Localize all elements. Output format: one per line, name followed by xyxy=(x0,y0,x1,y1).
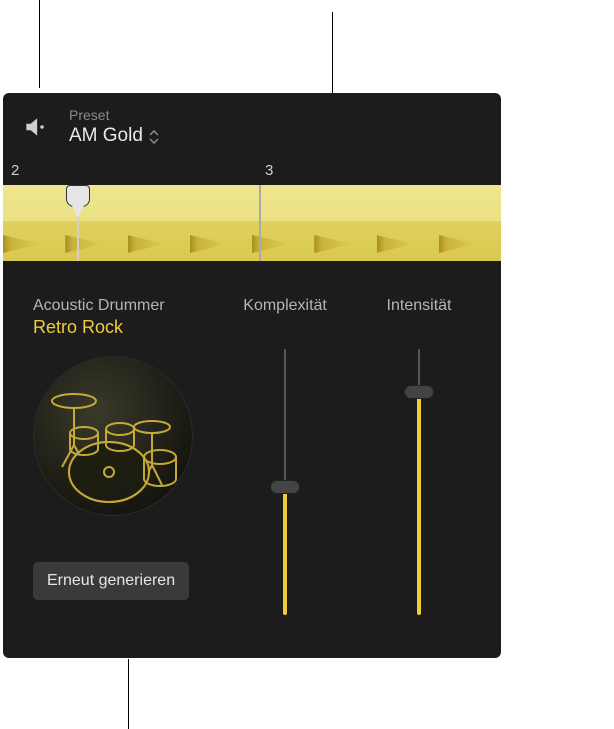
callout-line xyxy=(128,659,129,729)
drummer-controls: Acoustic Drummer Retro Rock xyxy=(3,261,501,615)
drum-kit-thumbnail[interactable] xyxy=(33,356,193,516)
preset-name-text: AM Gold xyxy=(69,125,143,147)
timeline-ruler[interactable]: 2 3 xyxy=(3,159,501,261)
complexity-slider-group: Komplexität xyxy=(233,297,337,615)
complexity-label: Komplexität xyxy=(243,297,327,315)
intensity-label: Intensität xyxy=(387,297,452,315)
timeline-marker: 3 xyxy=(265,162,273,179)
complexity-slider[interactable] xyxy=(270,349,300,615)
timeline-marker-bar: 2 3 xyxy=(3,159,501,185)
drummer-region[interactable] xyxy=(3,185,501,261)
chevron-updown-icon xyxy=(149,130,159,144)
bar-divider xyxy=(259,185,261,261)
regenerate-button[interactable]: Erneut generieren xyxy=(33,562,189,600)
preset-selector[interactable]: Preset AM Gold xyxy=(69,107,159,147)
intensity-slider[interactable] xyxy=(404,349,434,615)
drummer-type-label: Acoustic Drummer xyxy=(33,297,165,315)
drummer-editor-panel: Preset AM Gold 2 3 xyxy=(3,93,501,658)
callout-line xyxy=(39,0,40,88)
mute-speaker-button[interactable] xyxy=(21,113,49,141)
drummer-style-name: Retro Rock xyxy=(33,317,123,338)
timeline-marker: 2 xyxy=(11,162,19,179)
intensity-slider-group: Intensität xyxy=(367,297,471,615)
preset-label-text: Preset xyxy=(69,107,159,123)
editor-header: Preset AM Gold xyxy=(3,93,501,159)
